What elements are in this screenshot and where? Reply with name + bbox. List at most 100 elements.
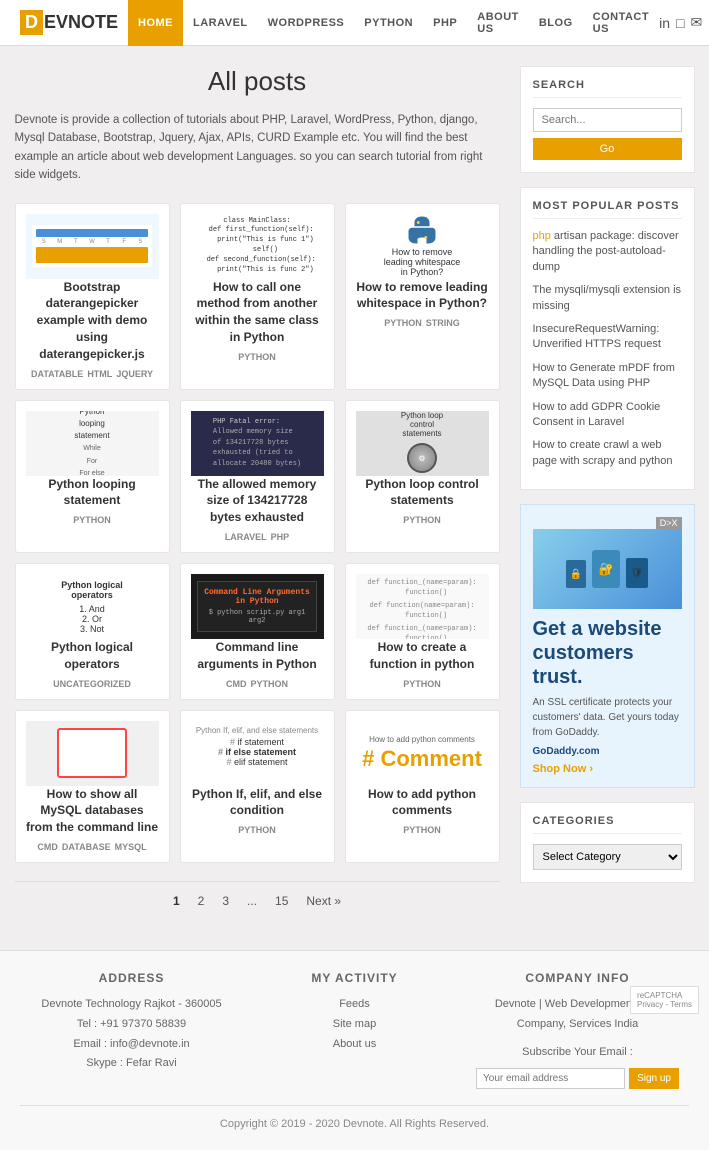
popular-posts-title: MOST POPULAR POSTS [533,200,682,219]
recaptcha-badge: reCAPTCHAPrivacy - Terms [630,986,699,1014]
post-card[interactable]: def function_(name=param): function() de… [345,563,500,700]
categories-title: CATEGORIES [533,815,682,834]
tag-item[interactable]: PYTHON [403,679,441,689]
footer-address-title: Address [30,971,233,985]
post-card[interactable]: Python loopcontrolstatements ⚙ Python lo… [345,400,500,553]
post-thumbnail: SMTWTFS [26,214,159,279]
tag-item[interactable]: DATABASE [62,842,111,852]
tag-item[interactable]: LARAVEL [225,532,267,542]
popular-post-item[interactable]: How to add GDPR Cookie Consent in Larave… [533,400,682,431]
page-15[interactable]: 15 [269,892,294,910]
tag-item[interactable]: HTML [87,369,112,379]
post-thumbnail: Command Line Arguments in Python $ pytho… [191,574,324,639]
ad-tag-label: D>X [656,517,682,529]
nav-links: HOME LARAVEL WORDPRESS PYTHON PHP ABOUT … [128,0,659,46]
page-1[interactable]: 1 [167,892,186,910]
nav-laravel[interactable]: LARAVEL [183,0,258,46]
popular-post-item[interactable]: How to Generate mPDF from MySQL Data usi… [533,361,682,392]
post-title: Python loop control statements [356,476,489,510]
post-card[interactable]: How to show all MySQL databases from the… [15,710,170,863]
footer-address-line3: Email : info@devnote.in [30,1035,233,1055]
post-title: The allowed memory size of 134217728 byt… [191,476,324,526]
page-description: Devnote is provide a collection of tutor… [15,111,500,185]
tag-item[interactable]: PYTHON [73,515,111,525]
footer-address: Address Devnote Technology Rajkot - 3600… [30,971,233,1089]
post-text: How to add GDPR Cookie Consent in Larave… [533,401,661,428]
post-tags: LARAVEL PHP [191,532,324,542]
post-thumbnail: PHP Fatal error: Allowed memory size of … [191,411,324,476]
post-card[interactable]: How to add python comments # Comment How… [345,710,500,863]
footer-grid: Address Devnote Technology Rajkot - 3600… [20,971,689,1089]
tag-item[interactable]: CMD [226,679,247,689]
tag-item[interactable]: PYTHON [403,515,441,525]
footer-activity-title: MY ACTIVITY [253,971,456,985]
tag-item[interactable]: MYSQL [115,842,147,852]
footer-email-input[interactable] [476,1068,625,1089]
category-select[interactable]: Select Category [533,844,682,870]
post-card[interactable]: PHP Fatal error: Allowed memory size of … [180,400,335,553]
tag-item[interactable]: PYTHON [384,318,422,328]
page-next[interactable]: Next » [300,892,347,910]
tag-item[interactable]: PYTHON [403,825,441,835]
nav-php[interactable]: PHP [423,0,467,46]
page-container: All posts Devnote is provide a collectio… [5,46,705,940]
post-tags: PYTHON [356,515,489,525]
ad-image: 🔒 🔐 🛡 [533,529,682,609]
post-card[interactable]: SMTWTFS Bootstrap daterangepicker exampl… [15,203,170,390]
nav-contact[interactable]: CONTACT US [583,0,659,46]
post-thumbnail: Python logicaloperators 1. And2. Or3. No… [26,574,159,639]
posts-grid: SMTWTFS Bootstrap daterangepicker exampl… [15,203,500,863]
post-card[interactable]: How to removeleading whitespacein Python… [345,203,500,390]
tag-item[interactable]: PYTHON [238,352,276,362]
post-thumbnail: Python If, elif, and else statements # i… [191,721,324,786]
tag-item[interactable]: PYTHON [250,679,288,689]
popular-post-item[interactable]: InsecureRequestWarning: Unverified HTTPS… [533,322,682,353]
tag-item[interactable]: PYTHON [238,825,276,835]
tag-item[interactable]: DATATABLE [31,369,83,379]
tag-item[interactable]: CMD [37,842,58,852]
logo-rest: EVNOTE [44,12,118,33]
site-logo[interactable]: D EVNOTE [20,10,118,35]
footer-signup-button[interactable]: Sign up [629,1068,679,1089]
tag-item[interactable]: STRING [426,318,460,328]
ad-source: GoDaddy.com [533,746,682,757]
search-button[interactable]: Go [533,138,682,160]
facebook-icon[interactable]: □ [676,15,684,31]
post-card[interactable]: Python logicaloperators 1. And2. Or3. No… [15,563,170,700]
tag-item[interactable]: UNCATEGORIZED [53,679,131,689]
email-icon[interactable]: ✉ [690,14,702,31]
nav-wordpress[interactable]: WORDPRESS [258,0,355,46]
nav-blog[interactable]: BLOG [529,0,583,46]
post-title: Bootstrap daterangepicker example with d… [26,279,159,363]
ad-cta[interactable]: Shop Now › [533,763,682,775]
post-card[interactable]: Python If, elif, and else statements # i… [180,710,335,863]
post-card[interactable]: Pythonloopingstatement WhileForFor else … [15,400,170,553]
footer-sitemap-link[interactable]: Site map [253,1015,456,1035]
post-title: Command line arguments in Python [191,639,324,673]
page-3[interactable]: 3 [216,892,235,910]
popular-post-item[interactable]: The mysqli/mysqli extension is missing [533,283,682,314]
nav-home[interactable]: HOME [128,0,183,46]
post-card[interactable]: class MainClass: def first_function(self… [180,203,335,390]
post-thumbnail: Pythonloopingstatement WhileForFor else [26,411,159,476]
search-input[interactable] [533,108,682,132]
popular-post-item[interactable]: php artisan package: discover handling t… [533,229,682,275]
post-text: InsecureRequestWarning: Unverified HTTPS… [533,323,661,350]
post-card[interactable]: Command Line Arguments in Python $ pytho… [180,563,335,700]
tag-item[interactable]: JQUERY [116,369,153,379]
page-2[interactable]: 2 [192,892,211,910]
linkedin-icon[interactable]: in [659,15,670,31]
nav-python[interactable]: PYTHON [354,0,423,46]
footer-about-link[interactable]: About us [253,1035,456,1055]
popular-post-item[interactable]: How to create crawl a web page with scra… [533,438,682,469]
tag-item[interactable]: PHP [271,532,290,542]
ad-banner[interactable]: D>X 🔒 🔐 🛡 Get a website customers trust.… [520,504,695,788]
nav-social-icons: in □ ✉ 📞 📷 ▶ 👤 [659,14,709,31]
post-tags: PYTHON [356,679,489,689]
post-title: How to create a function in python [356,639,489,673]
post-text: How to Generate mPDF from MySQL Data usi… [533,362,675,389]
post-thumbnail [26,721,159,786]
footer-feeds-link[interactable]: Feeds [253,995,456,1015]
post-text: The mysqli/mysqli extension is missing [533,284,682,311]
nav-about[interactable]: ABOUT US [467,0,529,46]
